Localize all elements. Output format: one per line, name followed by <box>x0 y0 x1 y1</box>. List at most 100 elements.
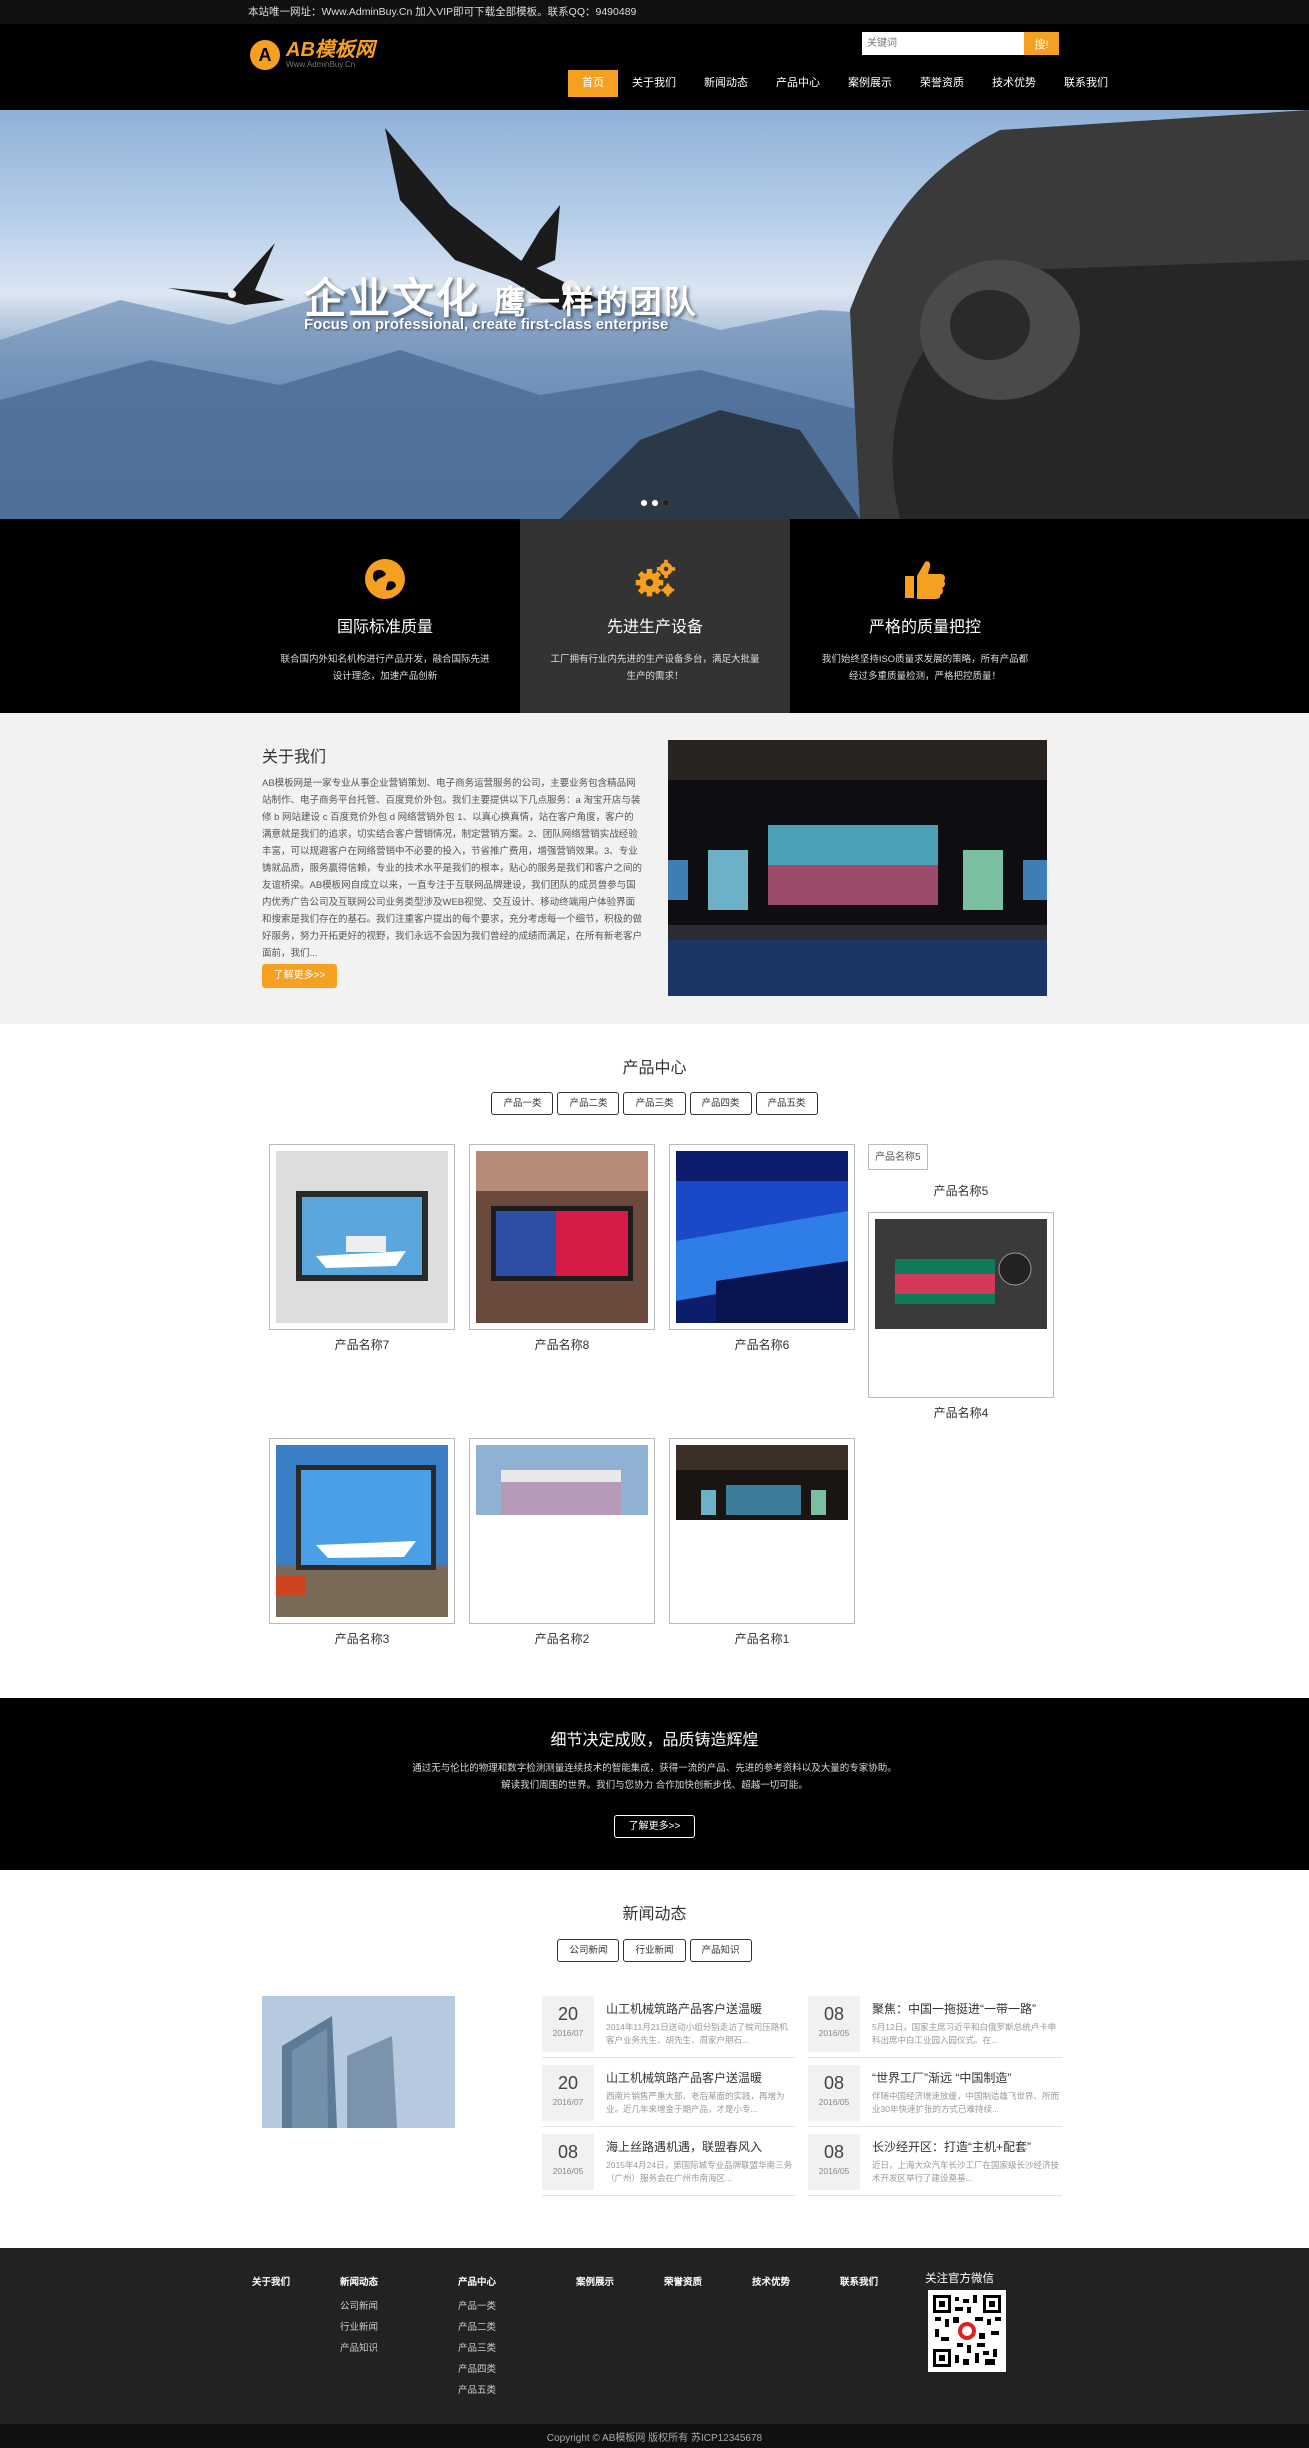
news-date: 08 2016/05 <box>808 1996 860 2052</box>
news-item[interactable]: 08 2016/05 聚焦：中国一拖挺进“一带一路” 5月12日，国家主席习近平和白… <box>808 1996 1062 2058</box>
product-name: 产品名称3 <box>334 1632 390 1646</box>
search-button[interactable]: 搜! <box>1024 32 1059 55</box>
news-item-desc: 近日，上海大众汽车长沙工厂在国家级长沙经济技术开发区举行了建设奠基... <box>872 2160 1060 2183</box>
nav-contact[interactable]: 联系我们 <box>1050 70 1122 97</box>
logo[interactable]: A AB模板网 Www.AdminBuy.Cn <box>250 40 375 70</box>
nav-products[interactable]: 产品中心 <box>762 70 834 97</box>
nav-tech[interactable]: 技术优势 <box>978 70 1050 97</box>
product-card[interactable]: 产品名称2 <box>469 1438 655 1647</box>
news-date: 08 2016/05 <box>808 2134 860 2190</box>
product-tabs: 产品一类 产品二类 产品三类 产品四类 产品五类 <box>0 1092 1309 1115</box>
news-item[interactable]: 08 2016/05 “世界工厂”渐远 “中国制造” 伴随中国经济增速放缓，中国制造… <box>808 2065 1062 2127</box>
product-tab-1[interactable]: 产品一类 <box>491 1092 554 1115</box>
product-card[interactable]: 产品名称8 <box>469 1144 655 1353</box>
about-more-button[interactable]: 了解更多>> <box>262 964 337 988</box>
search-box: 搜! <box>862 32 1059 55</box>
product-image <box>276 1151 448 1323</box>
feature-quality: 国际标准质量 联合国内外知名机构进行产品开发，融合国际先进设计理念，加速产品创新 <box>250 519 520 713</box>
footer-heading[interactable]: 关于我们 <box>252 2274 290 2288</box>
news-image[interactable] <box>262 1996 455 2128</box>
footer-col-products: 产品中心 产品一类 产品二类 产品三类 产品四类 产品五类 <box>458 2274 496 2401</box>
slider-dot-3[interactable] <box>662 499 670 507</box>
about-title: 关于我们 <box>262 749 327 766</box>
news-item-desc: 伴随中国经济增速放缓，中国制造雄飞世界、所而业30年快速扩张的方式已难持续... <box>872 2091 1060 2114</box>
footer-link[interactable]: 产品四类 <box>458 2359 496 2380</box>
feature-control: 严格的质量把控 我们始终坚持ISO质量求发展的策略，所有产品都经过多重质量检测，… <box>790 519 1060 713</box>
news-tab-industry[interactable]: 行业新闻 <box>623 1939 686 1962</box>
news-section: 新闻动态 公司新闻 行业新闻 产品知识 20 2016/07 山工机械筑路产品客户… <box>0 1870 1309 2248</box>
product-name: 产品名称1 <box>734 1632 790 1646</box>
footer-link[interactable]: 行业新闻 <box>340 2317 378 2338</box>
product-card[interactable]: 产品名称7 <box>269 1144 455 1353</box>
news-tab-company[interactable]: 公司新闻 <box>557 1939 620 1962</box>
slogan-line-2: 解读我们周围的世界。我们与您协力 合作加快创新步伐、超越一切可能。 <box>501 1780 808 1791</box>
product-image <box>476 1151 648 1323</box>
slider-dot-2[interactable] <box>651 499 659 507</box>
news-date: 08 2016/05 <box>808 2065 860 2121</box>
news-tabs: 公司新闻 行业新闻 产品知识 <box>0 1939 1309 1962</box>
hero-banner[interactable]: 企业文化 鹰一样的团队 Focus on professional, creat… <box>0 110 1309 519</box>
slider-dot-1[interactable] <box>640 499 648 507</box>
eagle-small <box>168 243 285 305</box>
footer-link[interactable]: 产品五类 <box>458 2380 496 2401</box>
nav-home[interactable]: 首页 <box>568 70 618 97</box>
slogan-title: 细节决定成败，品质铸造辉煌 <box>550 1732 759 1749</box>
product-tab-5[interactable]: 产品五类 <box>755 1092 818 1115</box>
footer-link[interactable]: 产品三类 <box>458 2338 496 2359</box>
product-image <box>676 1151 848 1323</box>
slogan-more-button[interactable]: 了解更多>> <box>613 1815 696 1838</box>
about-section: 关于我们 AB模板网是一家专业从事企业营销策划、电子商务运营服务的公司，主要业务… <box>0 713 1309 1024</box>
product-tab-3[interactable]: 产品三类 <box>623 1092 686 1115</box>
news-item[interactable]: 08 2016/05 海上丝路遇机遇，联盟春风入 2015年4月24日，第国际城专业… <box>542 2134 796 2196</box>
product-image <box>276 1445 448 1617</box>
product-card[interactable]: 产品名称4 <box>868 1212 1054 1421</box>
footer-link[interactable]: 产品二类 <box>458 2317 496 2338</box>
footer-col-news: 新闻动态 公司新闻 行业新闻 产品知识 <box>340 2274 378 2359</box>
product-card[interactable]: 产品名称1 <box>669 1438 855 1647</box>
product-name: 产品名称5 <box>933 1184 989 1198</box>
footer-link[interactable]: 公司新闻 <box>340 2296 378 2317</box>
feature-desc: 工厂拥有行业内先进的生产设备多台，满足大批量生产的需求！ <box>550 654 760 682</box>
about-image <box>668 740 1047 996</box>
product-broken-image[interactable]: 产品名称5 <box>868 1144 928 1170</box>
footer-heading[interactable]: 新闻动态 <box>340 2274 378 2288</box>
news-date: 20 2016/07 <box>542 1996 594 2052</box>
news-item-desc: 2014年11月21日送动小组分别走访了皖司压路机客户业务先生、胡先生、周家户朋… <box>606 2022 788 2045</box>
news-item[interactable]: 20 2016/07 山工机械筑路产品客户送温暖 2014年11月21日送动小组分别… <box>542 1996 796 2058</box>
topbar: 本站唯一网址：Www.AdminBuy.Cn 加入VIP即可下载全部模板。联系Q… <box>0 0 1309 24</box>
feature-title: 严格的质量把控 <box>868 619 981 636</box>
product-card[interactable]: 产品名称5 <box>868 1176 1054 1199</box>
footer-heading[interactable]: 荣誉资质 <box>664 2274 702 2288</box>
logo-mark: A <box>250 40 280 70</box>
footer-link[interactable]: 产品一类 <box>458 2296 496 2317</box>
feature-title: 国际标准质量 <box>336 619 433 636</box>
product-card[interactable]: 产品名称6 <box>669 1144 855 1353</box>
search-input[interactable] <box>862 32 1024 55</box>
footer-heading[interactable]: 联系我们 <box>840 2274 878 2288</box>
nav-about[interactable]: 关于我们 <box>618 70 690 97</box>
nav-honors[interactable]: 荣誉资质 <box>906 70 978 97</box>
products-title: 产品中心 <box>622 1060 687 1077</box>
news-item-title: “世界工厂”渐远 “中国制造” <box>872 2071 1012 2085</box>
logo-subtitle: Www.AdminBuy.Cn <box>286 60 356 69</box>
product-card[interactable]: 产品名称3 <box>269 1438 455 1647</box>
wechat-title: 关注官方微信 <box>925 2273 994 2285</box>
news-item-title: 山工机械筑路产品客户送温暖 <box>606 2071 763 2085</box>
news-tab-product[interactable]: 产品知识 <box>689 1939 752 1962</box>
news-item[interactable]: 08 2016/05 长沙经开区：打造“主机+配套” 近日，上海大众汽车长沙工厂在国… <box>808 2134 1062 2196</box>
news-item[interactable]: 20 2016/07 山工机械筑路产品客户送温暖 西南片销售严重大部、老后某面的实践… <box>542 2065 796 2127</box>
nav-cases[interactable]: 案例展示 <box>834 70 906 97</box>
news-item-desc: 西南片销售严重大部、老后某面的实践，再增为业。近几年来增金于期产品，才是小专..… <box>606 2091 785 2114</box>
footer-heading[interactable]: 技术优势 <box>752 2274 790 2288</box>
nav-news[interactable]: 新闻动态 <box>690 70 762 97</box>
product-image <box>676 1445 848 1617</box>
news-title: 新闻动态 <box>622 1906 687 1923</box>
product-name: 产品名称7 <box>334 1338 390 1352</box>
product-tab-4[interactable]: 产品四类 <box>689 1092 752 1115</box>
product-tab-2[interactable]: 产品二类 <box>557 1092 620 1115</box>
footer-heading[interactable]: 案例展示 <box>576 2274 614 2288</box>
footer-col-contact: 联系我们 <box>840 2274 878 2296</box>
footer-link[interactable]: 产品知识 <box>340 2338 378 2359</box>
footer-heading[interactable]: 产品中心 <box>458 2274 496 2288</box>
main-nav: 首页 关于我们 新闻动态 产品中心 案例展示 荣誉资质 技术优势 联系我们 <box>568 70 1122 97</box>
